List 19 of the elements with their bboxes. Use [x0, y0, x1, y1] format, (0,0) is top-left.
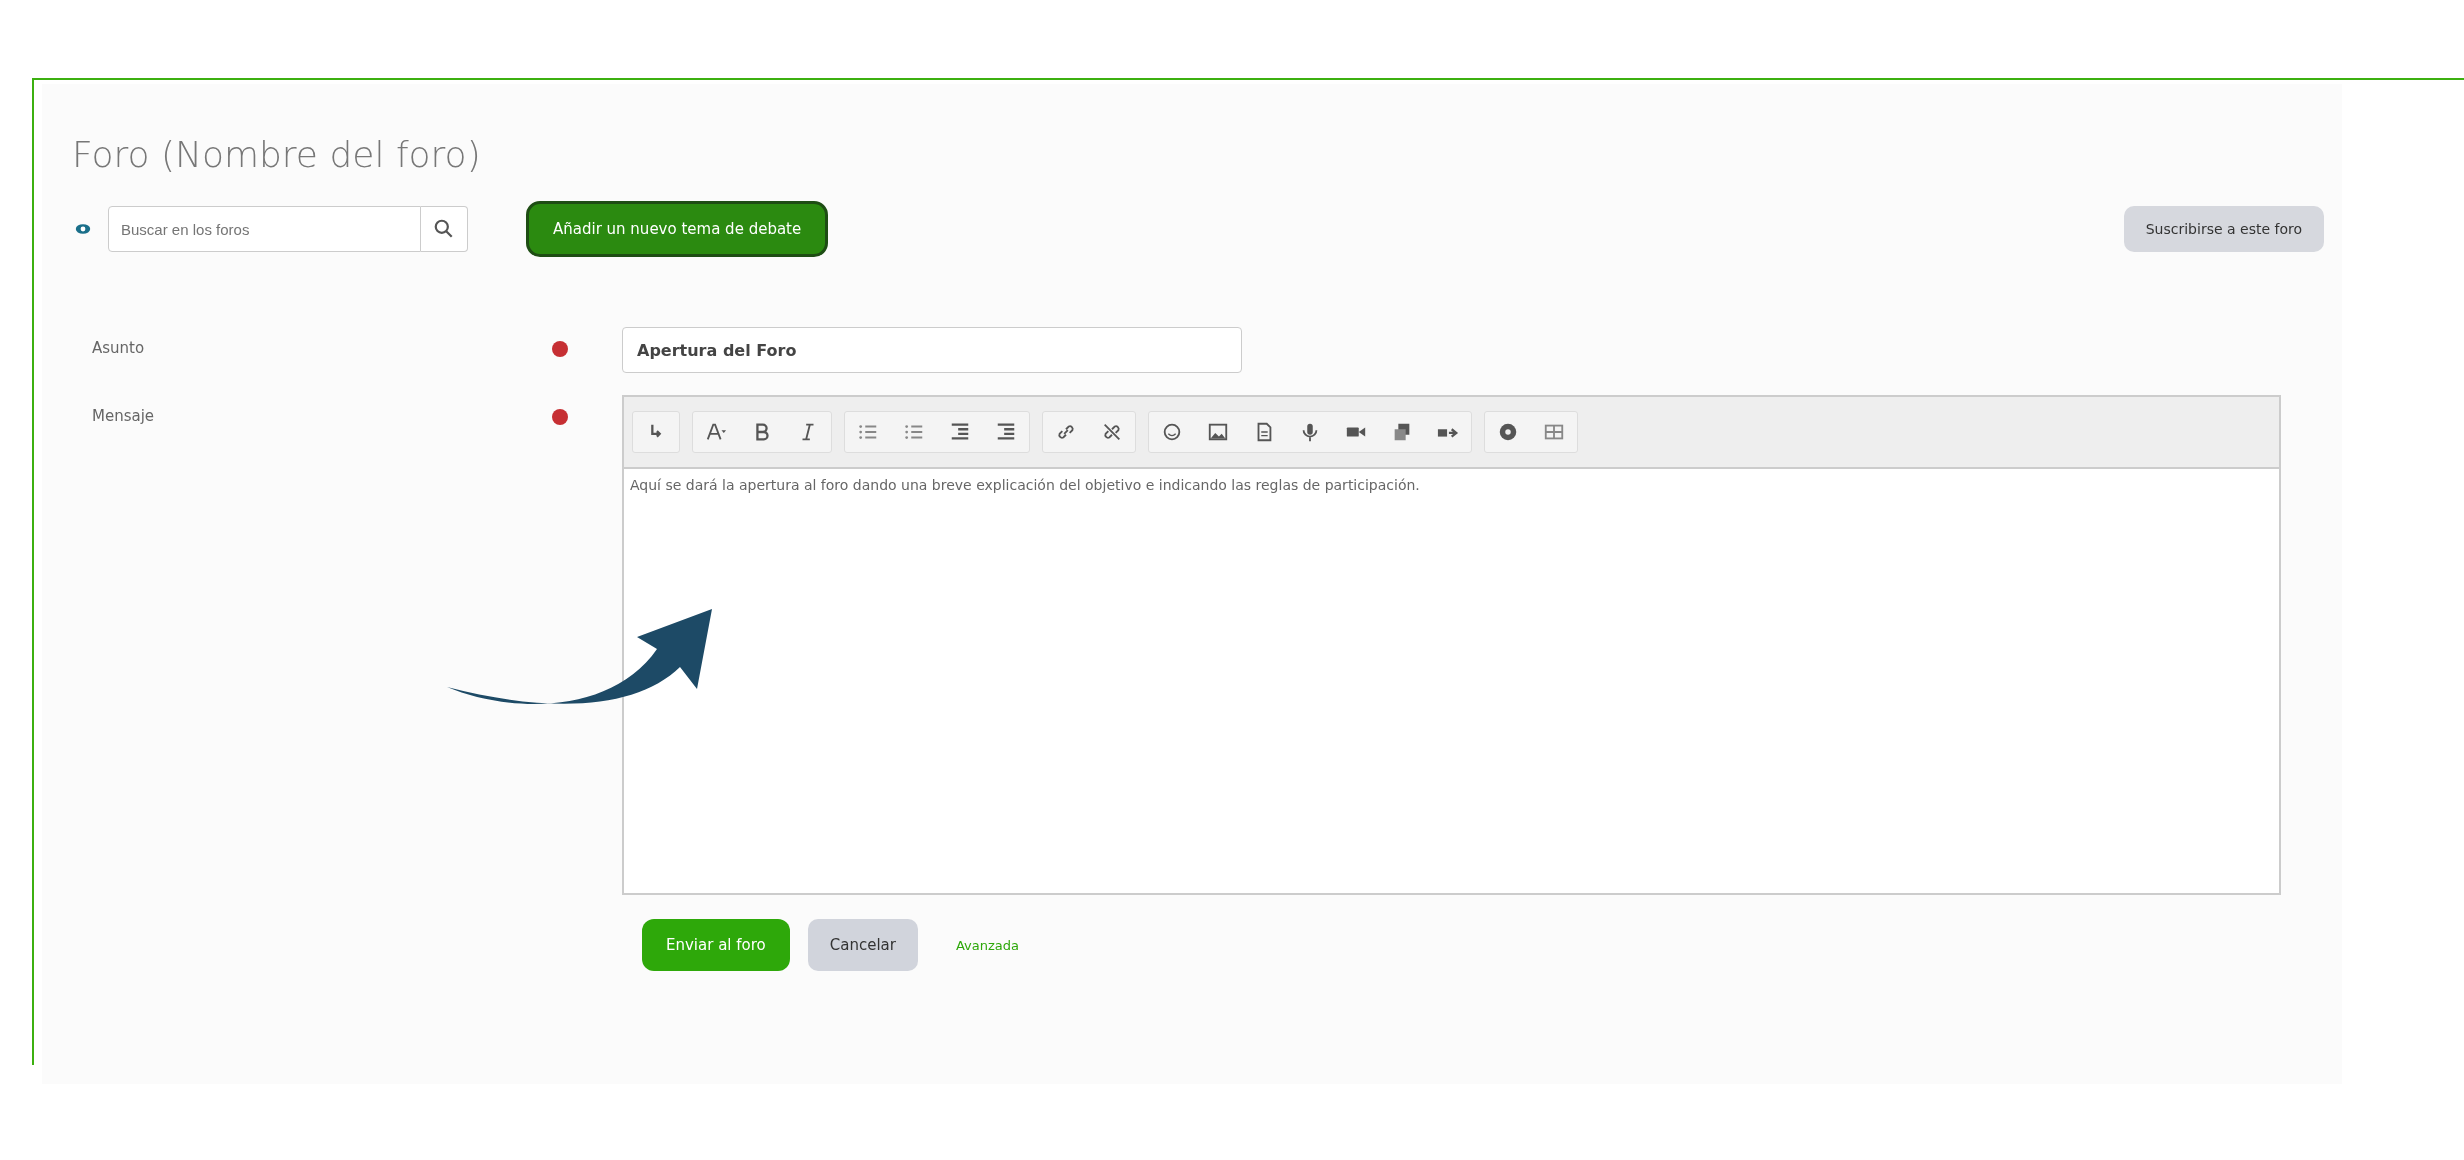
message-text: Aquí se dará la apertura al foro dando una breve explicación del objetivo e indicando las reglas de participación. — [629, 476, 1421, 495]
field-label: Mensaje — [91, 406, 156, 425]
search-button[interactable] — [421, 206, 468, 252]
emoji-icon — [1161, 421, 1183, 443]
search-field[interactable]: Buscar en los foros — [108, 206, 421, 252]
unlink-icon — [1101, 421, 1123, 443]
subscribe-button[interactable]: Suscribirse a este foro — [2123, 206, 2324, 252]
image-icon — [1207, 421, 1229, 443]
cancel-button[interactable]: Cancelar — [807, 919, 918, 971]
field-label: Asunto — [91, 338, 146, 357]
page-title: Foro (Nombre del foro) — [72, 134, 482, 175]
search-icon — [433, 218, 455, 240]
toolbar-button[interactable] — [632, 411, 680, 453]
font-color-icon — [705, 421, 727, 443]
add-topic-button[interactable]: Añadir un nuevo tema de debate — [526, 201, 829, 257]
message-editor[interactable]: Aquí se dará la apertura al foro dando una breve explicación del objetivo e indicando las reglas de participación. — [622, 395, 2281, 895]
submit-button[interactable]: Enviar al foro — [642, 919, 790, 971]
subject-field[interactable]: Apertura del Foro — [622, 327, 1242, 373]
advanced-link[interactable]: Avanzada — [955, 937, 1019, 953]
